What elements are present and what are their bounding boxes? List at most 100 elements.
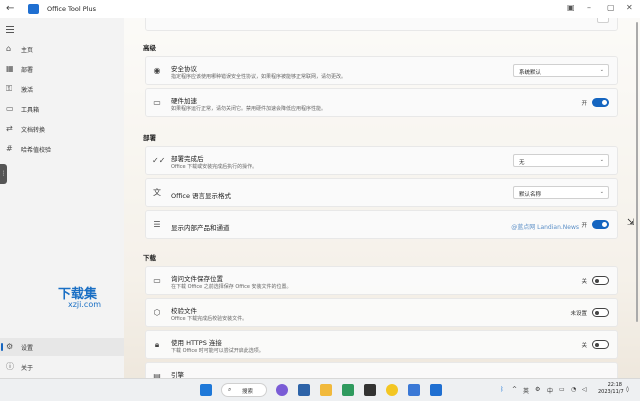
ask-save-path-toggle[interactable] [592,276,609,285]
info-icon: ⓘ [6,362,14,371]
after-deploy-dropdown[interactable]: 无 ⌄ [513,154,609,167]
chevron-up-icon[interactable]: ^ [512,386,517,393]
translate-icon: 文 [153,188,161,197]
file-explorer-icon[interactable] [320,384,332,396]
toggle-state-label: 未设置 [570,311,587,317]
setting-title: 引擎 [171,371,184,378]
search-icon: ⌕ [228,386,232,393]
setting-title: 询问文件保存位置 [171,275,223,283]
sidebar-item-toolbox[interactable]: ▭ 工具箱 [0,100,124,118]
terminal-icon[interactable] [364,384,376,396]
setting-security-protocol: ◉ 安全协议 指定程序应该使用哪种错误安全性协议，如果程序被能够正常联网，请勿更… [145,56,618,85]
back-arrow-icon[interactable]: ← [6,3,14,14]
taskbar-search[interactable]: ⌕ 搜索 [221,383,267,397]
setting-use-https: 🔒︎ 使用 HTTPS 连接 下载 Office 时可能可以尝试开启此选项。 关 [145,330,618,359]
key-icon: ⚿ [6,84,13,93]
sidebar-collapse-handle[interactable]: ⋮ [0,164,7,184]
show-internal-toggle[interactable] [592,220,609,229]
previous-dropdown[interactable]: ⌄ [597,18,609,23]
sidebar-item-label: 工具箱 [21,107,40,114]
setting-verify-files: ⬡ 校验文件 Office 下载完成后校验安装文件。 未设置 [145,298,618,327]
task-view-icon[interactable] [298,384,310,396]
setting-desc: 在下载 Office 之前选择保存 Office 安装文件的位置。 [171,284,292,290]
network-icon[interactable]: ◔ [571,386,576,393]
setting-hardware-acceleration: ▭ 硬件加速 如果程序运行正常，请勿关闭它。禁用硬件加速会降低应用程序性能。 开 [145,88,618,117]
title-bar: ← Office Tool Plus ▣ – ▢ ✕ [0,0,640,18]
toggle-state-label: 开 [581,223,587,229]
settings-tray-icon[interactable]: ⚙ [535,386,540,393]
double-check-icon: ✓✓ [152,156,166,165]
office-tool-plus-taskbar-icon[interactable] [430,384,442,396]
setting-title: 校验文件 [171,307,197,315]
hardware-acceleration-toggle[interactable] [592,98,609,107]
bluetooth-icon[interactable]: ᛒ [500,386,504,393]
section-header-deploy: 部署 [143,134,156,142]
setting-language-format: 文 Office 语言显示格式 默认名称 ⌄ [145,178,618,207]
sidebar-item-label: 部署 [21,67,34,74]
settings-card-previous: ⌄ [145,18,618,31]
monitor-icon: ▭ [153,98,161,107]
convert-icon: ⇄ [6,124,13,133]
compact-view-icon[interactable]: ▣ [567,3,575,12]
watermark-logo-url: xzji.com [68,300,102,309]
maximize-button[interactable]: ▢ [607,3,615,12]
setting-desc: Office 下载完成后校验安装文件。 [171,316,248,322]
taskbar: ⌕ 搜索 ᛒ ^ 英 ⚙ 中 ▭ ◔ ◁ 22:18 2023/11/7 ◊ [0,378,640,401]
sidebar-item-convert[interactable]: ⇄ 文档转换 [0,120,124,138]
hamburger-menu-icon[interactable] [6,26,14,33]
setting-title: 安全协议 [171,65,197,73]
folder-icon: ▭ [153,276,161,285]
mouse-cursor-icon: ⇲ [627,218,635,228]
setting-show-internal: ☰ 显示内部产品和通道 @蓝点网 Landian.News 开 [145,210,618,239]
verify-files-toggle[interactable] [592,308,609,317]
sidebar-item-label: 哈希值校验 [21,147,52,154]
sidebar-item-label: 文档转换 [21,127,46,134]
chevron-down-icon: ⌄ [599,189,604,195]
ime-indicator[interactable]: 中 [547,386,553,395]
use-https-toggle[interactable] [592,340,609,349]
chevron-down-icon: ⌄ [599,67,604,73]
copilot-icon[interactable] [276,384,288,396]
app-title: Office Tool Plus [47,5,96,13]
toggle-state-label: 开 [581,101,587,107]
system-clock[interactable]: 22:18 2023/11/7 [598,382,624,396]
setting-desc: Office 下载或安装完成后执行的操作。 [171,164,258,170]
chrome-icon[interactable] [386,384,398,396]
sidebar-item-about[interactable]: ⓘ 关于 [0,358,124,376]
cube-icon: ⬡ [153,308,161,317]
section-header-download: 下载 [143,254,156,262]
home-icon: ⌂ [6,44,12,53]
dropdown-value: 无 [519,160,525,166]
input-language-indicator[interactable]: 英 [523,386,529,395]
app-icon[interactable] [408,384,420,396]
sidebar-item-hash[interactable]: # 哈希值校验 [0,140,124,158]
search-label: 搜索 [242,389,254,395]
hash-icon: # [6,144,13,153]
sidebar-item-deploy[interactable]: ▦ 部署 [0,60,124,78]
close-button[interactable]: ✕ [626,3,633,12]
setting-title: Office 语言显示格式 [171,192,232,200]
clock-time: 22:18 [607,382,622,388]
display-icon[interactable]: ▭ [559,386,565,393]
scrollbar[interactable] [634,18,640,378]
clock-date: 2023/11/7 [598,389,624,395]
security-protocol-dropdown[interactable]: 系统默认 ⌄ [513,64,609,77]
minimize-button[interactable]: – [587,3,591,12]
windows-start-icon[interactable] [200,384,212,396]
setting-ask-save-path: ▭ 询问文件保存位置 在下载 Office 之前选择保存 Office 安装文件… [145,266,618,295]
dropdown-value: 默认名称 [519,192,542,198]
scrollbar-thumb[interactable] [636,22,638,322]
sidebar-item-settings[interactable]: ⚙ 设置 [0,338,124,356]
sidebar-item-activate[interactable]: ⚿ 激活 [0,80,124,98]
setting-desc: 如果程序运行正常，请勿关闭它。禁用硬件加速会降低应用程序性能。 [171,106,327,112]
volume-icon[interactable]: ◁ [582,386,587,393]
sidebar-item-label: 主页 [21,47,34,54]
toolbox-icon: ▭ [6,104,14,113]
dropdown-value: 系统默认 [519,70,542,76]
sidebar-item-home[interactable]: ⌂ 主页 [0,40,124,58]
notification-bell-icon[interactable]: ◊ [626,386,629,393]
store-icon[interactable] [342,384,354,396]
setting-title: 硬件加速 [171,97,197,105]
setting-title: 显示内部产品和通道 [171,224,230,232]
language-format-dropdown[interactable]: 默认名称 ⌄ [513,186,609,199]
